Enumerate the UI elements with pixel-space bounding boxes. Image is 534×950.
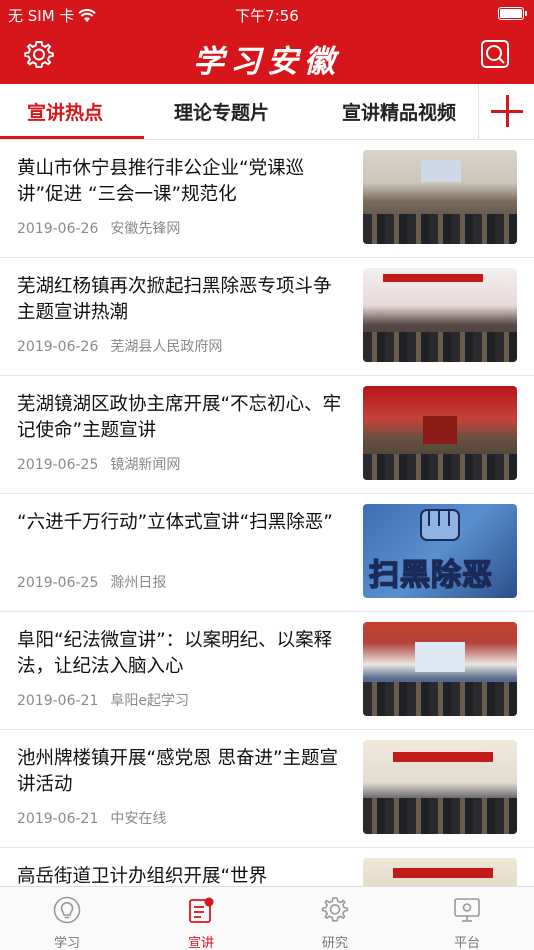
list-item[interactable]: 芜湖红杨镇再次掀起扫黑除恶专项斗争主题宣讲热潮 2019-06-26 芜湖县人民政… — [0, 258, 534, 376]
tab-jingpin-shipin[interactable]: 宣讲精品视频 — [342, 98, 456, 125]
article-title: 高岳街道卫计办组织开展“世界 — [17, 866, 268, 886]
article-date: 2019-06-21 — [17, 811, 99, 827]
article-thumbnail: 扫黑除恶 — [363, 504, 517, 598]
article-date: 2019-06-26 — [17, 221, 99, 237]
article-title: 芜湖红杨镇再次掀起扫黑除恶专项斗争主题宣讲热潮 — [17, 276, 332, 323]
add-channel-button[interactable] — [478, 84, 534, 139]
tabbar-item-pingtai[interactable]: 平台 — [400, 887, 534, 950]
tabbar-label: 研究 — [321, 936, 348, 950]
gear-icon — [321, 897, 349, 922]
status-time: 下午7:56 — [235, 7, 299, 25]
article-source: 中安在线 — [110, 811, 167, 827]
article-meta: 2019-06-26 芜湖县人民政府网 — [17, 336, 222, 356]
app-title: 学习安徽 — [193, 44, 341, 80]
tab-xuanjiang-redian[interactable]: 宣讲热点 — [27, 98, 103, 125]
lecture-icon — [189, 897, 214, 923]
article-title: “六进千万行动”立体式宣讲“扫黑除恶” — [17, 512, 333, 533]
tabbar-label: 学习 — [53, 936, 80, 950]
article-date: 2019-06-25 — [17, 457, 99, 473]
article-source: 芜湖县人民政府网 — [110, 339, 223, 355]
tabbar-label: 宣讲 — [187, 936, 214, 950]
article-meta: 2019-06-26 安徽先锋网 — [17, 218, 180, 238]
article-list: 黄山市休宁县推行非公企业“党课巡讲”促进 “三会一课”规范化 2019-06-2… — [0, 140, 534, 886]
article-thumbnail — [363, 268, 517, 362]
article-title: 芜湖镜湖区政协主席开展“不忘初心、牢记使命”主题宣讲 — [17, 394, 342, 441]
article-title: 阜阳“纪法微宣讲”：以案明纪、以案释法，让纪法入脑入心 — [17, 630, 333, 677]
search-icon — [481, 40, 509, 68]
article-source: 阜阳e起学习 — [110, 693, 189, 709]
article-thumbnail — [363, 150, 517, 244]
fist-icon — [420, 509, 460, 541]
article-meta: 2019-06-25 滁州日报 — [17, 572, 166, 592]
article-thumbnail — [363, 858, 517, 886]
monitor-icon — [454, 898, 480, 922]
list-item[interactable]: 黄山市休宁县推行非公企业“党课巡讲”促进 “三会一课”规范化 2019-06-2… — [0, 140, 534, 258]
list-item[interactable]: “六进千万行动”立体式宣讲“扫黑除恶” 2019-06-25 滁州日报 扫黑除恶 — [0, 494, 534, 612]
article-title: 黄山市休宁县推行非公企业“党课巡讲”促进 “三会一课”规范化 — [17, 158, 305, 205]
tab-lilun-zhuantipian[interactable]: 理论专题片 — [174, 98, 269, 125]
article-title: 池州牌楼镇开展“感党恩 思奋进”主题宣讲活动 — [17, 748, 339, 795]
app-header: 无 SIM 卡 下午7:56 学习安徽 — [0, 0, 534, 84]
article-thumbnail — [363, 386, 517, 480]
list-item[interactable]: 芜湖镜湖区政协主席开展“不忘初心、牢记使命”主题宣讲 2019-06-25 镜湖新… — [0, 376, 534, 494]
article-thumbnail — [363, 622, 517, 716]
list-item[interactable]: 池州牌楼镇开展“感党恩 思奋进”主题宣讲活动 2019-06-21 中安在线 — [0, 730, 534, 848]
search-button[interactable] — [480, 39, 510, 69]
article-source: 安徽先锋网 — [110, 221, 181, 237]
article-date: 2019-06-26 — [17, 339, 99, 355]
article-date: 2019-06-25 — [17, 575, 99, 591]
active-tab-indicator — [0, 136, 144, 139]
tabbar-item-yanjiu[interactable]: 研究 — [268, 887, 402, 950]
article-meta: 2019-06-21 中安在线 — [17, 808, 166, 828]
list-item[interactable]: 高岳街道卫计办组织开展“世界 — [0, 848, 534, 886]
article-source: 滁州日报 — [110, 575, 167, 591]
article-thumbnail — [363, 740, 517, 834]
article-meta: 2019-06-25 镜湖新闻网 — [17, 454, 180, 474]
article-source: 镜湖新闻网 — [110, 457, 181, 473]
tabbar-item-xuexi[interactable]: 学习 — [0, 887, 134, 950]
article-date: 2019-06-21 — [17, 693, 99, 709]
status-bar: 无 SIM 卡 下午7:56 — [0, 0, 534, 28]
thumbnail-text: 扫黑除恶 — [368, 557, 493, 594]
list-item[interactable]: 阜阳“纪法微宣讲”：以案明纪、以案释法，让纪法入脑入心 2019-06-21 阜阳… — [0, 612, 534, 730]
category-tabs: 宣讲热点 理论专题片 宣讲精品视频 — [0, 84, 534, 140]
article-meta: 2019-06-21 阜阳e起学习 — [17, 690, 189, 710]
lightbulb-icon — [53, 896, 81, 924]
battery-icon — [498, 7, 527, 20]
bottom-tab-bar: 学习 宣讲 研究 平台 — [0, 886, 534, 950]
tabbar-item-xuanjiang[interactable]: 宣讲 — [134, 887, 268, 950]
tabbar-label: 平台 — [453, 936, 480, 950]
